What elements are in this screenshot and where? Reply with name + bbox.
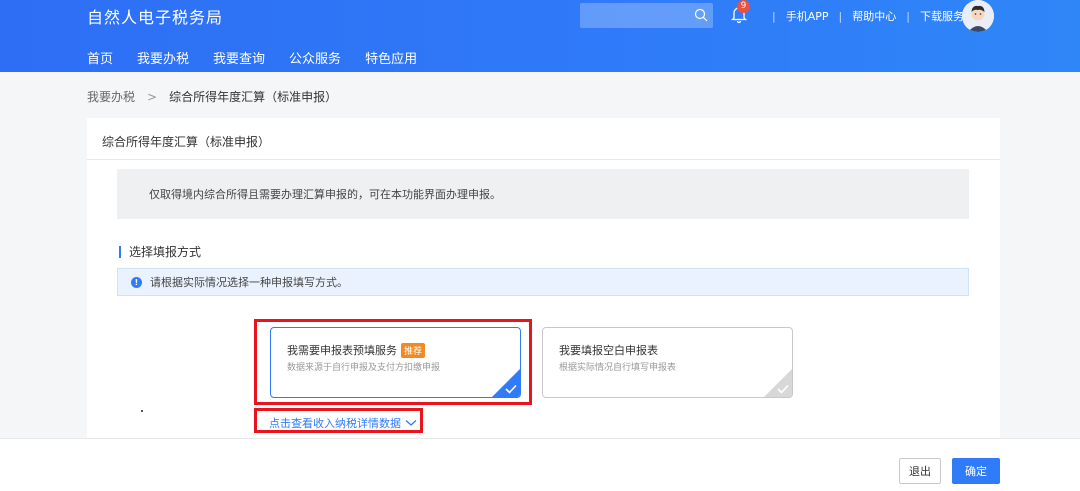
avatar[interactable] (962, 0, 994, 32)
search-input[interactable] (580, 3, 713, 28)
mobile-app-link[interactable]: 手机APP (786, 8, 829, 24)
chevron-right-icon: > (147, 89, 158, 104)
download-link[interactable]: 下载服务 (920, 8, 964, 24)
exit-button[interactable]: 退出 (899, 458, 941, 484)
option-blank[interactable]: 我要填报空白申报表 根据实际情况自行填写申报表 (542, 327, 793, 398)
nav-item-public[interactable]: 公众服务 (289, 48, 341, 67)
nav-item-tax[interactable]: 我要办税 (137, 48, 189, 67)
option-title: 我要填报空白申报表 (559, 342, 658, 358)
check-icon (777, 384, 789, 394)
site-brand[interactable]: 自然人电子税务局 (87, 4, 223, 28)
info-icon: ! (131, 276, 142, 288)
breadcrumb-current: 综合所得年度汇算（标准申报） (169, 90, 338, 104)
top-header: 自然人电子税务局 首页 我要办税 我要查询 公众服务 特色应用 9 | 手机AP… (0, 0, 1080, 72)
confirm-button[interactable]: 确定 (952, 458, 1000, 484)
breadcrumb: 我要办税 > 综合所得年度汇算（标准申报） (87, 88, 337, 105)
main-nav: 首页 我要办税 我要查询 公众服务 特色应用 (87, 48, 441, 67)
highlight-box-link (254, 408, 423, 433)
breadcrumb-parent[interactable]: 我要办税 (87, 88, 135, 105)
divider: | (838, 9, 843, 23)
highlight-box-option (254, 319, 532, 405)
nav-item-home[interactable]: 首页 (87, 48, 113, 67)
nav-item-special[interactable]: 特色应用 (365, 48, 417, 67)
option-blank-desc: 根据实际情况自行填写申报表 (559, 363, 677, 373)
divider: | (772, 9, 776, 23)
notice-box: 仅取得境内综合所得且需要办理汇算申报的，可在本功能界面办理申报。 (117, 169, 969, 219)
section-title-label: 选择填报方式 (129, 245, 202, 259)
section-title: 选择填报方式 (119, 243, 201, 260)
section-bar (119, 245, 121, 258)
divider: | (906, 9, 910, 23)
nav-item-query[interactable]: 我要查询 (213, 48, 265, 67)
page-title: 综合所得年度汇算（标准申报） (102, 135, 271, 149)
notification-badge: 9 (737, 0, 750, 13)
top-links: | 手机APP | 帮助中心 | 下载服务 (762, 8, 964, 24)
footer-bar: 退出 确定 (0, 438, 1080, 491)
user-avatar-icon (962, 0, 994, 32)
option-blank-title: 我要填报空白申报表 (559, 344, 658, 357)
search-icon[interactable] (694, 8, 708, 22)
divider (87, 159, 1000, 160)
help-center-link[interactable]: 帮助中心 (852, 8, 896, 24)
stray-dot (141, 410, 143, 412)
tip-text: 请根据实际情况选择一种申报填写方式。 (150, 276, 348, 289)
main-card: 综合所得年度汇算（标准申报） 仅取得境内综合所得且需要办理汇算申报的，可在本功能… (87, 118, 1000, 443)
tip-banner: ! 请根据实际情况选择一种申报填写方式。 (117, 268, 969, 296)
